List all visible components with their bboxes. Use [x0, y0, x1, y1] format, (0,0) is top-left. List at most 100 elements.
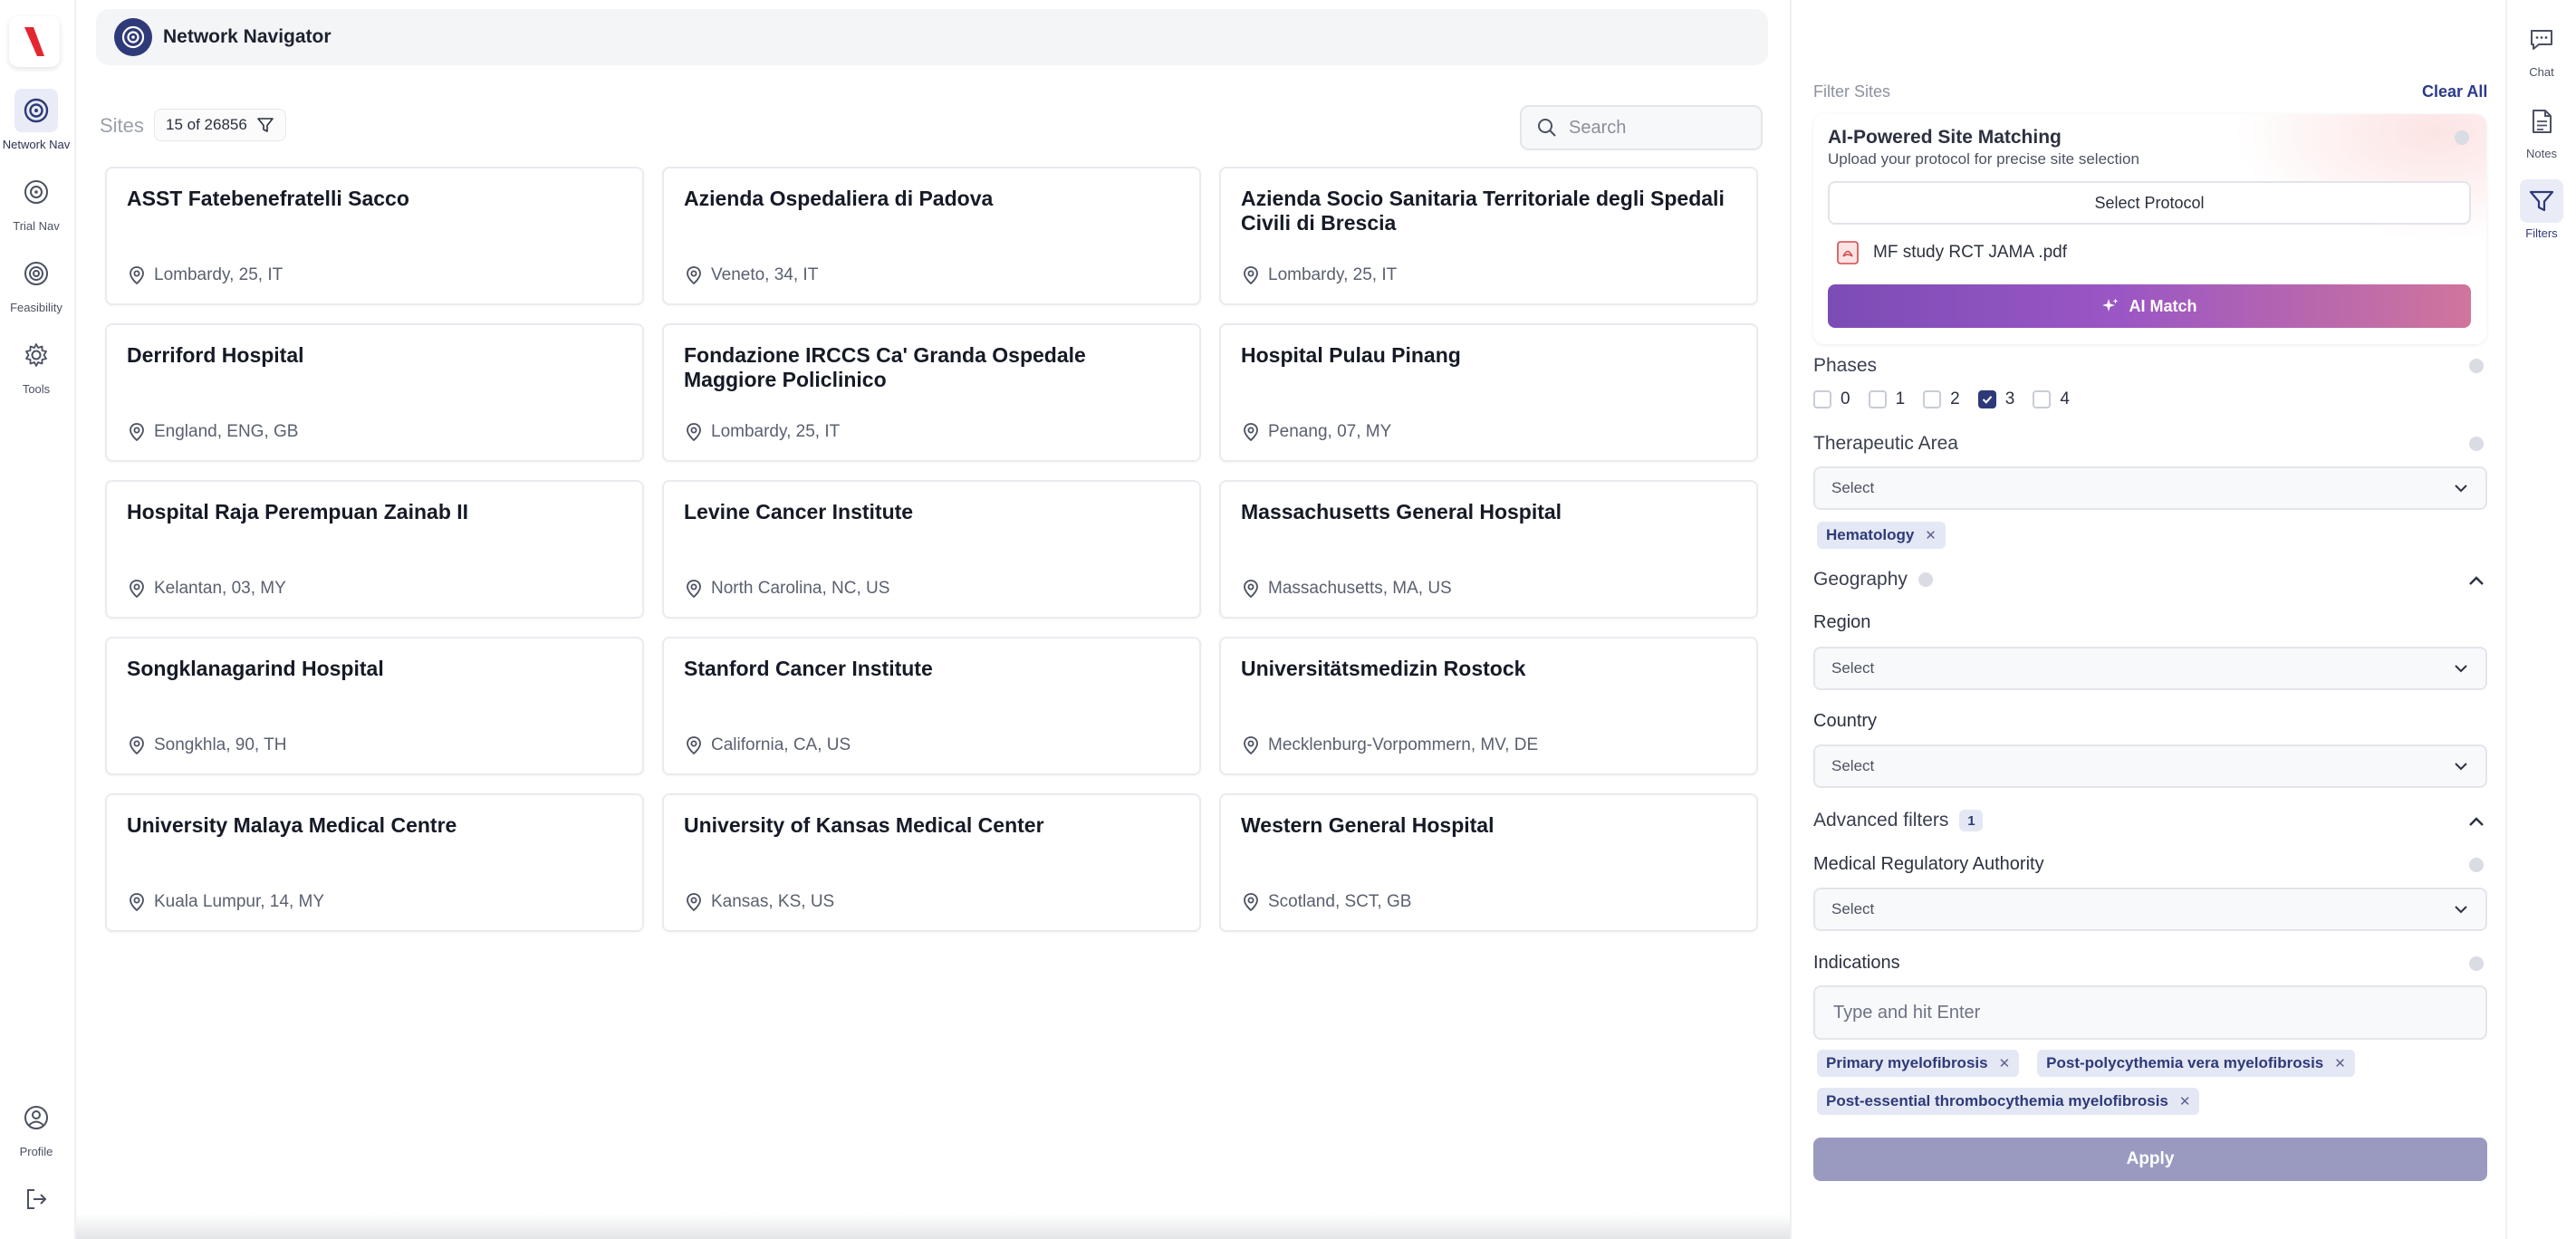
check-icon — [1982, 396, 1993, 404]
nav-label-feasibility: Feasibility — [10, 301, 62, 314]
site-card[interactable]: Azienda Ospedaliera di Padova Veneto, 34,… — [662, 167, 1201, 305]
checkbox[interactable] — [2033, 390, 2052, 408]
apply-button[interactable]: Apply — [1813, 1138, 2487, 1181]
site-card[interactable]: University Malaya Medical Centre Kuala Lu… — [105, 793, 644, 932]
chevron-down-icon — [2455, 485, 2467, 493]
tool-filters[interactable]: Filters — [2507, 179, 2576, 240]
search-input[interactable] — [1569, 117, 1741, 139]
site-card[interactable]: Derriford Hospital England, ENG, GB — [105, 323, 644, 462]
tool-label-notes: Notes — [2526, 147, 2557, 160]
site-card[interactable]: Levine Cancer Institute North Carolina, N… — [662, 480, 1201, 619]
phase-option[interactable]: 4 — [2033, 389, 2070, 409]
location-pin-icon — [1241, 422, 1261, 442]
app-root: Network Nav Trial Nav Feasibility Tools — [0, 0, 2576, 1239]
checkbox-checked[interactable] — [1977, 390, 1996, 408]
tool-notes[interactable]: Notes — [2507, 100, 2576, 160]
chevron-up-icon[interactable] — [2467, 574, 2485, 587]
clear-all-link[interactable]: Clear All — [2422, 82, 2487, 101]
therapeutic-area-placeholder: Select — [1831, 479, 1875, 496]
phase-label: 0 — [1841, 389, 1850, 408]
chevron-down-icon — [2455, 763, 2467, 771]
protocol-file[interactable]: MF study RCT JAMA .pdf — [1837, 241, 2067, 264]
select-protocol-button[interactable]: Select Protocol — [1828, 181, 2471, 225]
mra-select[interactable]: Select — [1813, 888, 2487, 931]
chevron-down-icon — [2455, 906, 2467, 914]
site-card[interactable]: Fondazione IRCCS Ca' Granda Ospedale Mag… — [662, 323, 1201, 462]
indications-input[interactable] — [1833, 1002, 2485, 1023]
site-card[interactable]: Songklanagarind Hospital Songkhla, 90, TH — [105, 637, 644, 775]
info-icon — [2469, 858, 2484, 872]
site-location-text: England, ENG, GB — [154, 422, 299, 441]
phase-option[interactable]: 2 — [1923, 389, 1960, 409]
site-name: Stanford Cancer Institute — [684, 657, 933, 680]
site-card[interactable]: University of Kansas Medical Center Kansa… — [662, 793, 1201, 932]
site-count: 15 of 26856 — [166, 116, 247, 133]
chat-icon — [2520, 18, 2563, 62]
phase-label: 4 — [2060, 389, 2070, 408]
site-location-text: Veneto, 34, IT — [711, 265, 819, 284]
location-pin-icon — [684, 579, 704, 599]
nav-item-trial-nav[interactable]: Trial Nav — [0, 170, 72, 233]
phase-option[interactable]: 1 — [1868, 389, 1905, 409]
site-name: Massachusetts General Hospital — [1241, 500, 1562, 523]
remove-chip-icon[interactable]: ✕ — [1999, 1055, 2011, 1071]
logout-button[interactable] — [0, 1177, 72, 1221]
site-location: Songkhla, 90, TH — [127, 735, 286, 755]
remove-chip-icon[interactable]: ✕ — [1925, 527, 1937, 543]
remove-chip-icon[interactable]: ✕ — [2334, 1055, 2346, 1071]
geography-header[interactable]: Geography — [1813, 569, 1933, 591]
site-location-text: Kelantan, 03, MY — [154, 579, 286, 598]
site-location: Kelantan, 03, MY — [127, 579, 286, 599]
checkbox[interactable] — [1923, 390, 1942, 408]
search-icon — [1538, 119, 1556, 137]
search-box[interactable] — [1520, 105, 1763, 150]
app-header: Network Navigator — [96, 9, 1768, 65]
site-card[interactable]: Massachusetts General Hospital Massachuse… — [1219, 480, 1758, 619]
site-location-text: Scotland, SCT, GB — [1268, 892, 1412, 911]
nav-item-feasibility[interactable]: Feasibility — [0, 252, 72, 314]
indications-input-wrapper[interactable] — [1813, 985, 2487, 1040]
tool-chat[interactable]: Chat — [2507, 18, 2576, 79]
phase-option[interactable]: 3 — [1977, 389, 2014, 409]
site-location: England, ENG, GB — [127, 422, 298, 442]
remove-chip-icon[interactable]: ✕ — [2179, 1093, 2191, 1109]
phase-option[interactable]: 0 — [1813, 389, 1850, 409]
nav-label-tools: Tools — [22, 382, 51, 396]
site-name: Fondazione IRCCS Ca' Granda Ospedale Mag… — [684, 343, 1086, 391]
advanced-filters-title: Advanced filters — [1813, 810, 1949, 831]
site-card[interactable]: Universitätsmedizin Rostock Mecklenburg-V… — [1219, 637, 1758, 775]
nav-item-profile[interactable]: Profile — [0, 1096, 72, 1158]
advanced-filters-header[interactable]: Advanced filters 1 — [1813, 810, 1984, 831]
location-pin-icon — [127, 892, 147, 912]
site-card[interactable]: ASST Fatebenefratelli Sacco Lombardy, 25,… — [105, 167, 644, 305]
site-location: Lombardy, 25, IT — [684, 422, 840, 442]
therapeutic-area-select[interactable]: Select — [1813, 466, 2487, 510]
site-count-filter-button[interactable]: 15 of 26856 — [154, 109, 286, 141]
site-name: University Malaya Medical Centre — [127, 813, 457, 837]
site-location: Kuala Lumpur, 14, MY — [127, 892, 324, 912]
location-pin-icon — [684, 892, 704, 912]
site-card[interactable]: Hospital Pulau Pinang Penang, 07, MY — [1219, 323, 1758, 462]
app-logo[interactable] — [9, 16, 60, 67]
chevron-up-icon[interactable] — [2467, 815, 2485, 828]
bottom-scroll-shadow — [76, 1214, 1790, 1239]
site-card[interactable]: Azienda Socio Sanitaria Territoriale deg… — [1219, 167, 1758, 305]
site-card[interactable]: Hospital Raja Perempuan Zainab II Kelanta… — [105, 480, 644, 619]
nav-item-network-nav[interactable]: Network Nav — [0, 89, 72, 151]
site-card[interactable]: Stanford Cancer Institute California, CA,… — [662, 637, 1201, 775]
site-location: Lombardy, 25, IT — [1241, 265, 1397, 285]
nav-item-tools[interactable]: Tools — [0, 333, 72, 396]
select-protocol-label: Select Protocol — [2094, 193, 2205, 212]
country-select[interactable]: Select — [1813, 744, 2487, 788]
logout-icon — [14, 1177, 58, 1221]
chip-label: Hematology — [1826, 526, 1915, 543]
site-location: Penang, 07, MY — [1241, 422, 1391, 442]
ai-match-button[interactable]: AI Match — [1828, 284, 2471, 328]
checkbox[interactable] — [1813, 390, 1831, 408]
site-card[interactable]: Western General Hospital Scotland, SCT, G… — [1219, 793, 1758, 932]
region-select[interactable]: Select — [1813, 647, 2487, 690]
site-location-text: Kuala Lumpur, 14, MY — [154, 892, 324, 911]
location-pin-icon — [684, 735, 704, 755]
checkbox[interactable] — [1868, 390, 1887, 408]
phases-options: 0 1 2 3 4 — [1813, 389, 2088, 409]
